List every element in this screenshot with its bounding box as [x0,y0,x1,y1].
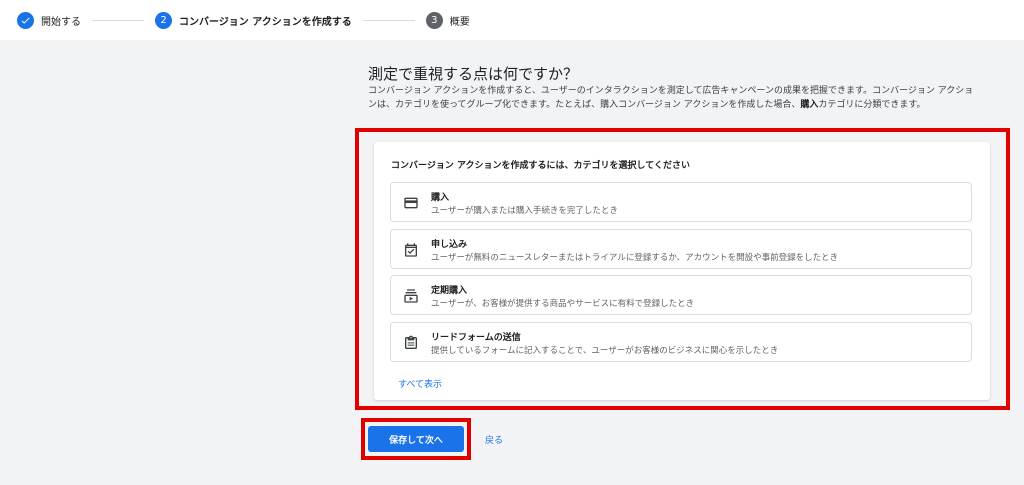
step-create-conversion[interactable]: 2 コンバージョン アクションを作成する [155,11,352,29]
option-title: 申し込み [431,240,468,250]
step-divider [92,19,144,21]
card-title: コンバージョン アクションを作成するには、カテゴリを選択してください [391,161,690,171]
page-title: 測定で重視する点は何ですか？ [368,65,579,83]
step-label: 概要 [449,16,470,28]
step-divider [362,19,415,21]
option-description: 提供しているフォームに記入することで、ユーザーがお客様のビジネスに関心を示したと… [431,346,779,356]
category-option-signup[interactable]: 申し込み ユーザーが無料のニュースレターまたはトライアルに登録するか、アカウント… [390,229,972,269]
step-number: 3 [425,11,443,29]
check-icon [17,11,34,29]
option-title: 定期購入 [431,286,468,296]
back-link[interactable]: 戻る [485,433,503,446]
event-check-icon [405,243,417,257]
credit-card-icon [404,197,418,209]
stepper: 開始する 2 コンバージョン アクションを作成する 3 概要 [0,0,1024,40]
show-all-link[interactable]: すべて表示 [398,377,442,390]
step-label: 開始する [41,16,81,28]
option-description: ユーザーが購入または購入手続きを完了したとき [431,206,618,216]
category-card: コンバージョン アクションを作成するには、カテゴリを選択してください 購入 ユー… [374,142,990,400]
clipboard-icon [405,335,417,349]
subscriptions-icon [404,289,418,303]
save-next-button[interactable]: 保存して次へ [368,426,464,452]
step-number: 2 [155,11,172,29]
step-summary[interactable]: 3 概要 [425,11,470,29]
category-option-subscription[interactable]: 定期購入 ユーザーが、お客様が提供する商品やサービスに有料で登録したとき [390,275,972,315]
page-description: コンバージョン アクションを作成すると、ユーザーのインタラクションを測定して広告… [368,86,974,110]
option-title: リードフォームの送信 [431,333,521,343]
category-option-lead-form[interactable]: リードフォームの送信 提供しているフォームに記入することで、ユーザーがお客様のビ… [390,322,972,362]
step-label: コンバージョン アクションを作成する [179,16,352,28]
option-description: ユーザーが、お客様が提供する商品やサービスに有料で登録したとき [431,299,695,309]
option-title: 購入 [431,193,450,203]
option-description: ユーザーが無料のニュースレターまたはトライアルに登録するか、アカウントを開設や事… [431,253,839,263]
step-start[interactable]: 開始する [17,11,81,29]
category-option-purchase[interactable]: 購入 ユーザーが購入または購入手続きを完了したとき [390,182,972,222]
